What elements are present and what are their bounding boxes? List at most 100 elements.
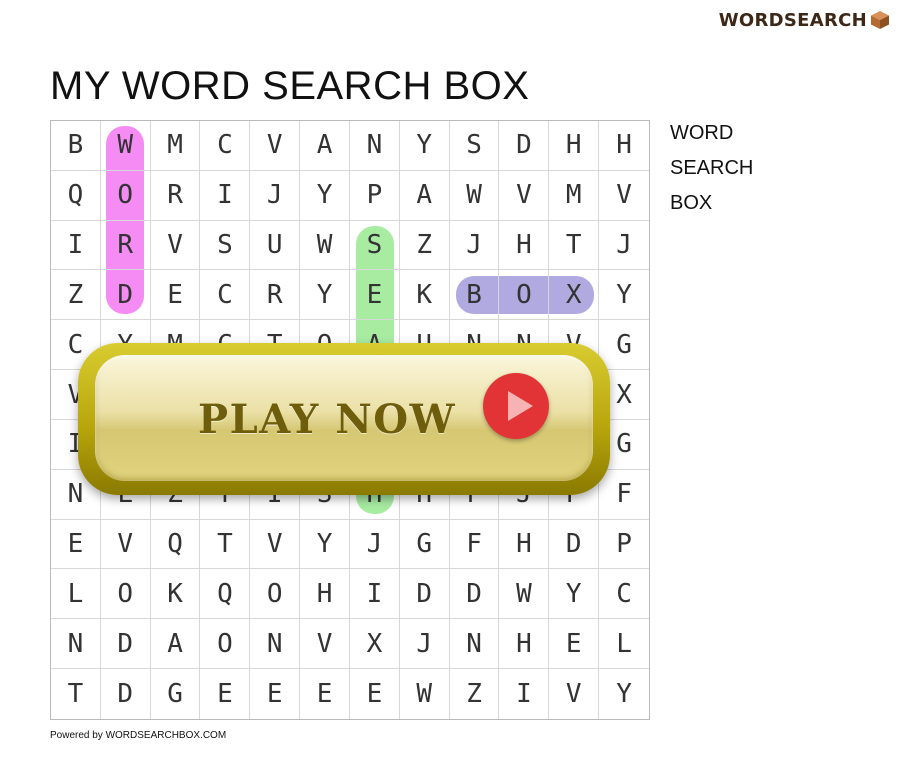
grid-cell[interactable]: V [499,170,550,221]
grid-cell[interactable]: S [349,220,400,271]
grid-cell[interactable]: S [449,121,500,171]
grid-cell[interactable]: L [599,619,649,670]
grid-cell[interactable]: V [250,519,301,570]
brand-logo[interactable]: WORDSEARCH [719,8,890,32]
grid-cell[interactable]: H [300,569,350,620]
grid-cell[interactable]: V [100,519,151,570]
grid-cell[interactable]: R [250,270,301,321]
grid-cell[interactable]: O [250,569,301,620]
grid-cell[interactable]: L [51,569,101,620]
grid-cell[interactable]: F [599,470,649,520]
grid-cell[interactable]: Y [300,170,350,221]
grid-cell[interactable]: A [150,619,201,670]
play-icon[interactable] [483,373,549,439]
grid-cell[interactable]: A [399,170,450,221]
grid-cell[interactable]: X [349,619,400,670]
grid-cell[interactable]: Y [599,669,649,719]
grid-cell[interactable]: C [599,569,649,620]
grid-cell[interactable]: V [599,171,649,221]
grid-cell[interactable]: O [200,619,251,670]
grid-cell[interactable]: H [549,121,600,171]
grid-cell[interactable]: N [250,619,301,670]
grid-cell[interactable]: W [400,669,450,719]
grid-cell[interactable]: P [599,520,649,570]
grid-cell[interactable]: N [51,619,101,670]
grid-cell[interactable]: O [100,569,151,620]
grid-cell[interactable]: Q [51,170,101,221]
grid-cell[interactable]: M [150,121,201,171]
grid-cell[interactable]: Z [450,669,500,719]
grid-cell[interactable]: J [349,519,400,570]
grid-cell[interactable]: D [499,121,550,171]
grid-cell[interactable]: W [100,121,151,171]
grid-cell[interactable]: Y [549,569,600,620]
grid-cell[interactable]: Z [399,220,450,271]
grid-cell[interactable]: H [499,619,550,670]
grid-cell[interactable]: Y [300,519,350,570]
grid-cell[interactable]: V [549,669,600,719]
grid-cell[interactable]: T [51,669,101,719]
grid-cell[interactable]: Y [399,121,450,171]
grid-cell[interactable]: T [549,220,600,271]
grid-cell[interactable]: D [100,270,151,321]
grid-cell[interactable]: Y [599,270,649,321]
grid-cell[interactable]: J [449,220,500,271]
grid-cell[interactable]: E [349,270,400,321]
grid-cell[interactable]: C [200,121,251,171]
grid-cell[interactable]: E [300,669,350,719]
grid-cell[interactable]: Q [200,569,251,620]
grid-cell[interactable]: E [549,619,600,670]
grid-cell[interactable]: J [399,619,450,670]
grid-cell[interactable]: D [399,569,450,620]
grid-cell[interactable]: C [200,270,251,321]
grid-cell[interactable]: E [350,669,400,719]
grid-cell[interactable]: R [150,170,201,221]
grid-cell[interactable]: O [499,270,550,321]
grid-cell[interactable]: Q [150,519,201,570]
powered-by-footer[interactable]: Powered by WORDSEARCHBOX.COM [50,730,226,741]
grid-cell[interactable]: E [200,669,251,719]
grid-cell[interactable]: Z [51,270,101,321]
grid-cell[interactable]: K [150,569,201,620]
grid-cell[interactable]: V [300,619,350,670]
grid-cell[interactable]: S [200,220,251,271]
grid-cell[interactable]: H [599,121,649,171]
grid-cell[interactable]: D [100,619,151,670]
grid-cell[interactable]: X [549,270,600,321]
grid-cell[interactable]: K [399,270,450,321]
grid-cell[interactable]: U [250,220,301,271]
grid-cell[interactable]: D [549,519,600,570]
grid-cell[interactable]: Y [300,270,350,321]
grid-cell[interactable]: E [250,669,301,719]
grid-cell[interactable]: G [151,669,201,719]
grid-cell[interactable]: E [150,270,201,321]
grid-cell[interactable]: H [499,220,550,271]
grid-cell[interactable]: F [449,519,500,570]
grid-cell[interactable]: I [51,220,101,271]
grid-cell[interactable]: B [449,270,500,321]
grid-cell[interactable]: I [499,669,550,719]
grid-cell[interactable]: T [200,519,251,570]
grid-cell[interactable]: N [349,121,400,171]
grid-cell[interactable]: D [101,669,151,719]
grid-cell[interactable]: P [349,170,400,221]
grid-cell[interactable]: I [200,170,251,221]
grid-cell[interactable]: J [599,221,649,271]
grid-cell[interactable]: W [449,170,500,221]
grid-cell[interactable]: D [449,569,500,620]
grid-cell[interactable]: G [599,320,649,371]
grid-cell[interactable]: W [499,569,550,620]
grid-cell[interactable]: A [300,121,350,171]
grid-cell[interactable]: V [250,121,301,171]
grid-cell[interactable]: M [549,170,600,221]
play-now-button[interactable]: PLAY NOW [78,343,610,495]
grid-cell[interactable]: I [349,569,400,620]
grid-cell[interactable]: N [449,619,500,670]
grid-cell[interactable]: B [51,121,101,171]
grid-cell[interactable]: R [100,220,151,271]
grid-cell[interactable]: E [51,519,101,570]
grid-cell[interactable]: J [250,170,301,221]
grid-cell[interactable]: G [399,519,450,570]
grid-cell[interactable]: O [100,170,151,221]
grid-cell[interactable]: W [300,220,350,271]
